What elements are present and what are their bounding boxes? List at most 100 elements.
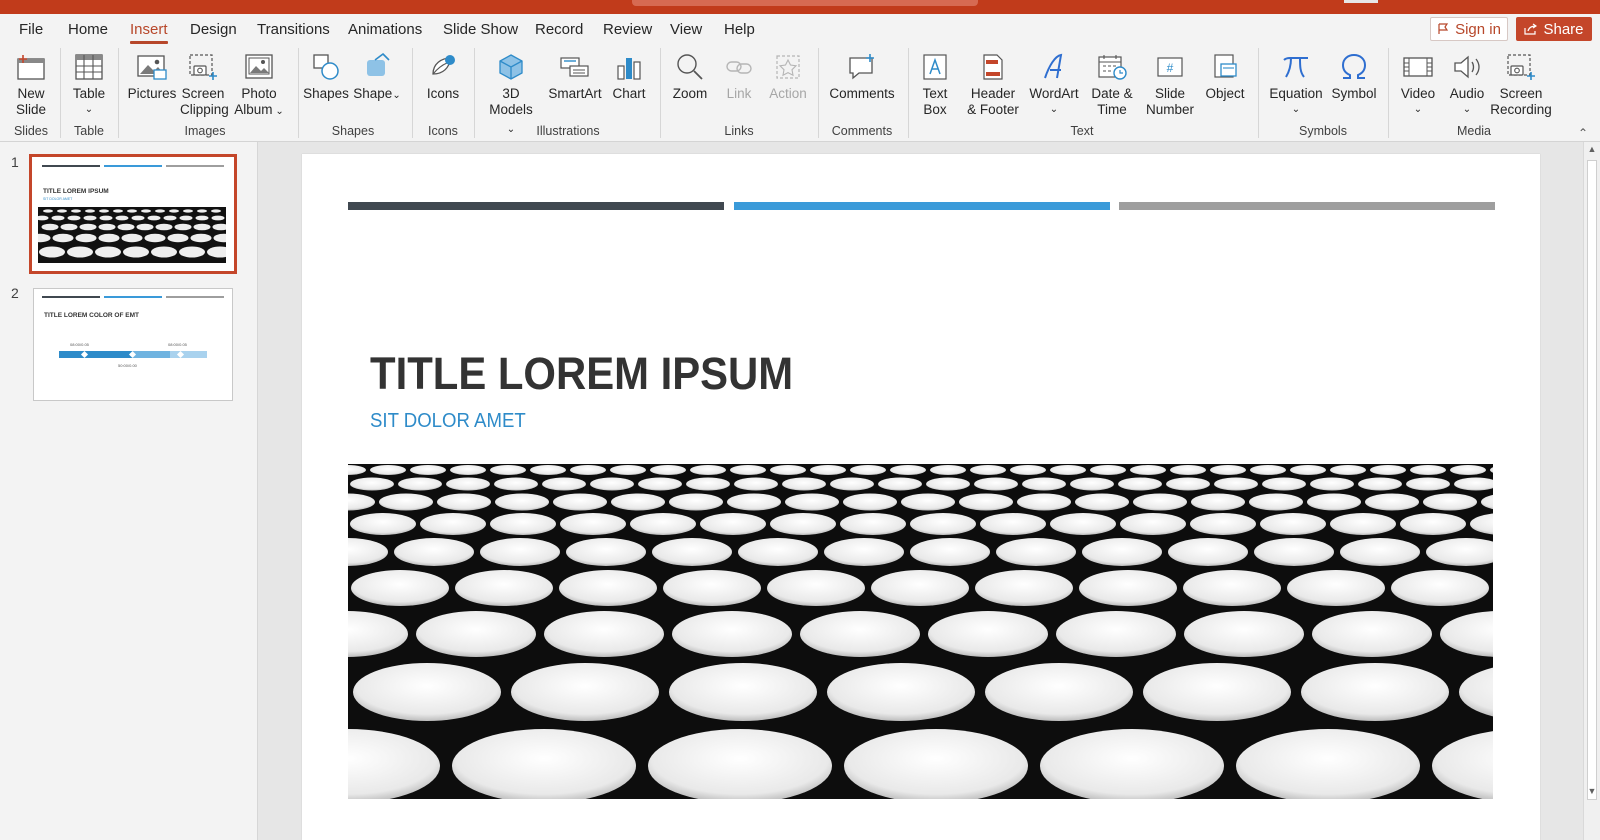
chart-button[interactable]: Chart [606, 48, 652, 102]
table-button[interactable]: Table ⌄ [66, 48, 112, 118]
group-images: Images [184, 124, 226, 138]
disc-shape [1050, 465, 1086, 475]
shapes-label: Shapes [303, 86, 349, 101]
disc-shape [734, 477, 778, 491]
smartart-button[interactable]: SmartArt [544, 48, 606, 102]
shapes-button[interactable]: Shapes [302, 48, 350, 102]
disc-shape [1184, 611, 1304, 657]
action-button[interactable]: Action [764, 48, 812, 102]
group-comments: Comments [831, 124, 893, 138]
scroll-down-icon[interactable]: ▼ [1587, 786, 1597, 796]
header-footer-button[interactable]: Header & Footer [960, 48, 1026, 118]
header-footer-label-2: & Footer [967, 102, 1019, 117]
audio-button[interactable]: Audio ⌄ [1442, 48, 1492, 118]
chevron-down-icon: ⌄ [84, 104, 94, 115]
photo-album-button[interactable]: Photo Album ⌄ [232, 48, 286, 120]
disc-shape [800, 611, 920, 657]
disc-shape [1168, 538, 1248, 566]
disc-shape [1249, 493, 1303, 511]
tab-home[interactable]: Home [68, 19, 108, 41]
symbol-button[interactable]: Symbol [1326, 48, 1382, 102]
video-button[interactable]: Video ⌄ [1394, 48, 1442, 118]
comments-label: Comments [829, 86, 895, 101]
tab-animations[interactable]: Animations [348, 19, 422, 41]
collapse-ribbon-icon[interactable]: ⌃ [1578, 126, 1588, 140]
thumb-bar-dark [42, 165, 100, 167]
slide-thumbnail-1[interactable]: TITLE LOREM IPSUM SIT DOLOR AMET [29, 154, 237, 274]
header-footer-label-1: Header [970, 86, 1016, 101]
text-box-button[interactable]: Text Box [912, 48, 958, 118]
new-slide-button[interactable]: New Slide [8, 48, 54, 118]
cube-icon [499, 54, 523, 80]
tab-design[interactable]: Design [190, 19, 237, 41]
screen-clipping-button[interactable]: Screen Clipping [180, 48, 229, 118]
icons-button[interactable]: Icons [418, 48, 468, 102]
disc-shape [1050, 513, 1116, 535]
disc-shape [910, 538, 990, 566]
window-controls[interactable] [1344, 0, 1378, 3]
icons-icon [432, 55, 455, 75]
sign-in-button[interactable]: Sign in [1430, 17, 1508, 41]
equation-button[interactable]: Equation ⌄ [1264, 48, 1328, 118]
disc-shape [928, 611, 1048, 657]
disc-shape [1010, 465, 1046, 475]
disc-shape [1287, 570, 1385, 606]
vertical-scrollbar[interactable]: ▲ ▼ [1583, 142, 1600, 840]
disc-shape [767, 570, 865, 606]
comments-button[interactable]: Comments [822, 48, 902, 102]
search-box[interactable] [632, 0, 978, 6]
tab-review[interactable]: Review [603, 19, 652, 41]
disc-shape [1340, 538, 1420, 566]
slide-number-icon: # [1157, 57, 1183, 77]
slide-number-label-1: Slide [1154, 86, 1186, 101]
link-label: Link [726, 86, 752, 101]
tab-slide-show[interactable]: Slide Show [443, 19, 518, 41]
object-button[interactable]: Object [1198, 48, 1252, 102]
disc-shape [495, 493, 549, 511]
wordart-label: WordArt [1029, 86, 1079, 101]
disc-shape [970, 465, 1006, 475]
disc-shape [1330, 513, 1396, 535]
disc-shape [437, 493, 491, 511]
tab-insert[interactable]: Insert [130, 19, 168, 44]
pictures-button[interactable]: Pictures [124, 48, 180, 102]
3d-models-label-1: 3D [502, 86, 520, 101]
tab-view[interactable]: View [670, 19, 702, 41]
tab-help[interactable]: Help [724, 19, 755, 41]
tab-transitions[interactable]: Transitions [257, 19, 330, 41]
table-icon [75, 54, 103, 80]
chevron-down-icon: ⌄ [1291, 104, 1301, 115]
chevron-down-icon: ⌄ [272, 106, 284, 117]
shape-format-button[interactable]: Shape⌄ [350, 48, 404, 104]
slide-title[interactable]: TITLE LOREM IPSUM [370, 348, 793, 400]
slide-thumbnail-2[interactable]: TITLE LOREM COLOR OF EMT 08:00/0.05 08:0… [33, 288, 233, 401]
share-label: Share [1543, 20, 1584, 38]
scrollbar-thumb[interactable] [1587, 160, 1597, 800]
slide-number-button[interactable]: # Slide Number [1142, 48, 1198, 118]
disc-shape [669, 493, 723, 511]
slide-subtitle[interactable]: SIT DOLOR AMET [370, 410, 526, 433]
disc-shape [1075, 493, 1129, 511]
wordart-button[interactable]: WordArt ⌄ [1026, 48, 1082, 118]
scroll-up-icon[interactable]: ▲ [1587, 144, 1597, 154]
tab-file[interactable]: File [19, 19, 43, 41]
disc-shape [1118, 477, 1162, 491]
slide-image[interactable] [348, 464, 1493, 799]
zoom-button[interactable]: Zoom [666, 48, 714, 102]
date-time-button[interactable]: Date & Time [1084, 48, 1140, 118]
header-footer-icon [983, 54, 1003, 80]
disc-shape [1312, 611, 1432, 657]
current-slide[interactable]: TITLE LOREM IPSUM SIT DOLOR AMET [302, 154, 1540, 840]
disc-shape [830, 477, 874, 491]
link-button[interactable]: Link [716, 48, 762, 102]
disc-shape [878, 477, 922, 491]
share-button[interactable]: Share [1516, 17, 1592, 41]
tab-record[interactable]: Record [535, 19, 583, 41]
disc-shape [663, 570, 761, 606]
screen-recording-button[interactable]: Screen Recording [1488, 48, 1554, 118]
slide-thumbnail-pane: 1 TITLE LOREM IPSUM SIT DOLOR AMET 2 TIT… [0, 142, 258, 840]
thumb-bar-gray [166, 296, 224, 298]
disc-shape [1082, 538, 1162, 566]
thumb-subtitle: SIT DOLOR AMET [43, 197, 73, 201]
disc-shape [1143, 663, 1291, 721]
